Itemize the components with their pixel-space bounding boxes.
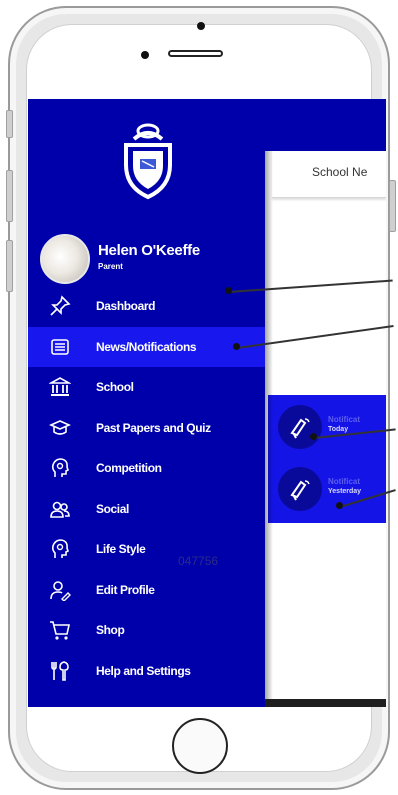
- app-header-bar: [265, 99, 386, 151]
- volume-up-button: [6, 170, 13, 222]
- volume-down-button: [6, 240, 13, 292]
- menu-label: Shop: [96, 623, 125, 638]
- user-profile[interactable]: Helen O'Keeffe Parent: [40, 234, 260, 286]
- user-edit-icon: [48, 578, 72, 602]
- menu-item-life-style[interactable]: Life Style: [28, 529, 265, 570]
- earpiece-speaker: [168, 50, 223, 57]
- profile-name: Helen O'Keeffe: [98, 242, 200, 259]
- notification-item[interactable]: Notificat Yesterday: [278, 467, 378, 517]
- annotation-dot: [310, 433, 317, 440]
- notification-time: Today: [328, 426, 349, 433]
- menu-item-competition[interactable]: Competition: [28, 448, 265, 489]
- menu-label: Life Style: [96, 542, 146, 557]
- drawer-menu: Dashboard News/Notifications School Past…: [28, 286, 265, 691]
- menu-label: Help and Settings: [96, 663, 191, 678]
- menu-item-school[interactable]: School: [28, 367, 265, 408]
- menu-label: Edit Profile: [96, 582, 155, 597]
- app-screen: School Ne Notificat Today Notificat Yest…: [28, 99, 386, 707]
- news-icon: [48, 335, 72, 359]
- menu-label: Dashboard: [96, 299, 156, 314]
- annotation-dot: [336, 502, 343, 509]
- front-camera: [197, 22, 205, 30]
- head-icon: [48, 537, 72, 561]
- menu-item-edit-profile[interactable]: Edit Profile: [28, 570, 265, 611]
- pin-icon: [48, 294, 72, 318]
- menu-item-help-settings[interactable]: Help and Settings: [28, 651, 265, 692]
- drawer-shadow: [265, 151, 273, 707]
- cart-icon: [48, 618, 72, 642]
- notification-title: Notificat: [328, 415, 360, 424]
- notification-title: Notificat: [328, 477, 360, 486]
- school-icon: [48, 375, 72, 399]
- profile-role: Parent: [98, 262, 123, 271]
- home-button[interactable]: [172, 718, 228, 774]
- menu-label: Social: [96, 501, 129, 516]
- menu-label: School: [96, 380, 134, 395]
- notification-time: Yesterday: [328, 488, 362, 495]
- menu-label: Past Papers and Quiz: [96, 420, 211, 435]
- school-crest-logo: [120, 121, 176, 203]
- menu-item-social[interactable]: Social: [28, 489, 265, 530]
- annotation-dot: [233, 343, 240, 350]
- notification-item[interactable]: Notificat Today: [278, 405, 378, 455]
- tab-school-news[interactable]: School Ne: [272, 151, 386, 198]
- notifications-panel: Notificat Today Notificat Yesterday: [268, 395, 386, 523]
- cap-icon: [48, 416, 72, 440]
- menu-item-past-papers-quiz[interactable]: Past Papers and Quiz: [28, 408, 265, 449]
- menu-item-shop[interactable]: Shop: [28, 610, 265, 651]
- power-button: [389, 180, 396, 232]
- menu-item-news-notifications[interactable]: News/Notifications: [28, 326, 265, 367]
- head-icon: [48, 456, 72, 480]
- megaphone-icon: [278, 405, 322, 449]
- screen-bottom-edge: [265, 699, 386, 707]
- megaphone-icon: [278, 467, 322, 511]
- sensor-dot: [141, 51, 149, 59]
- tools-icon: [48, 659, 72, 683]
- avatar: [40, 234, 90, 284]
- watermark-text: 047756: [178, 554, 219, 568]
- navigation-drawer: Helen O'Keeffe Parent Dashboard News/Not…: [28, 99, 265, 707]
- tab-label: School Ne: [312, 165, 368, 179]
- users-icon: [48, 497, 72, 521]
- menu-label: Competition: [96, 461, 162, 476]
- annotation-dot: [225, 287, 232, 294]
- menu-label: News/Notifications: [96, 339, 197, 354]
- mute-switch: [6, 110, 13, 138]
